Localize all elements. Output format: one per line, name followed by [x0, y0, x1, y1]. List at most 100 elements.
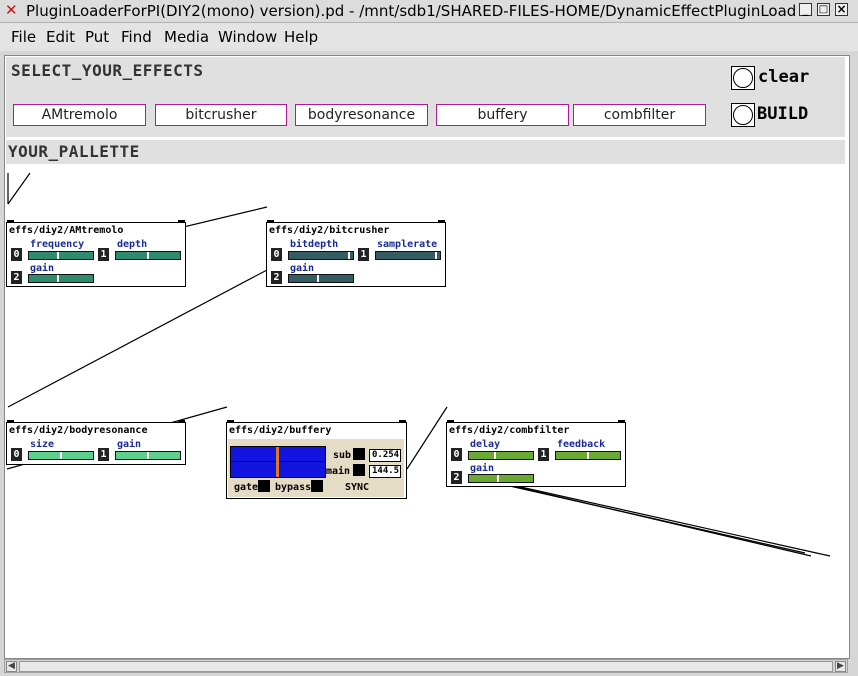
main-label: main: [326, 466, 351, 477]
minimize-button[interactable]: _: [799, 3, 812, 16]
param-index: 1: [98, 448, 109, 461]
param-label-frequency: frequency: [30, 239, 85, 250]
menu-window[interactable]: Window: [218, 28, 277, 46]
bypass-toggle[interactable]: [311, 480, 323, 492]
menu-media[interactable]: Media: [164, 28, 209, 46]
scroll-right-icon[interactable]: ▶: [835, 661, 846, 672]
window-title-bar[interactable]: ✕ PluginLoaderForPI(DIY2(mono) version).…: [0, 0, 858, 23]
slider-knob: [497, 475, 499, 482]
sub-toggle[interactable]: [353, 448, 365, 460]
delay-slider[interactable]: [468, 451, 534, 460]
build-bang-button[interactable]: [731, 103, 755, 127]
buffer-position-marker: [276, 447, 279, 477]
gain-slider[interactable]: [28, 274, 94, 283]
effect-button-bitcrusher[interactable]: bitcrusher: [155, 104, 287, 126]
gate-label: gate: [234, 482, 259, 493]
slider-knob: [435, 252, 437, 259]
plugin-title: effs/diy2/bodyresonance: [9, 425, 148, 436]
effect-button-combfilter[interactable]: combfilter: [573, 104, 706, 126]
slider-knob: [147, 452, 149, 459]
slider-knob: [317, 275, 319, 282]
menu-help[interactable]: Help: [284, 28, 318, 46]
menu-put[interactable]: Put: [85, 28, 109, 46]
sub-label: sub: [333, 450, 352, 461]
wire: [406, 406, 448, 470]
frequency-slider[interactable]: [28, 251, 94, 260]
buffer-display[interactable]: [230, 446, 326, 478]
select-effects-title: SELECT_YOUR_EFFECTS: [11, 61, 204, 80]
wire: [7, 172, 31, 205]
param-label-gain: gain: [117, 439, 142, 450]
menu-file[interactable]: File: [11, 28, 36, 46]
param-index: 2: [271, 271, 282, 284]
slider-knob: [57, 275, 59, 282]
plugin-amtremolo[interactable]: effs/diy2/AMtremolo frequency depth 0 1 …: [6, 220, 186, 287]
scrollbar-thumb[interactable]: [19, 661, 833, 672]
samplerate-slider[interactable]: [375, 251, 441, 260]
slider-knob: [494, 452, 496, 459]
param-label-size: size: [30, 439, 55, 450]
menu-find[interactable]: Find: [121, 28, 152, 46]
slider-knob: [348, 252, 350, 259]
param-index: 1: [538, 448, 549, 461]
slider-knob: [60, 452, 62, 459]
pd-logo-icon: ✕: [5, 1, 18, 19]
sub-number-box[interactable]: 0.254: [369, 449, 401, 462]
gate-toggle[interactable]: [258, 480, 270, 492]
plugin-buffery[interactable]: effs/diy2/buffery sub 0.254 main 144.5 g…: [226, 420, 407, 499]
param-label-gain: gain: [290, 263, 315, 274]
param-index: 2: [11, 271, 22, 284]
param-index: 0: [11, 248, 22, 261]
param-label-samplerate: samplerate: [377, 239, 438, 250]
patch-canvas[interactable]: SELECT_YOUR_EFFECTS AMtremolo bitcrusher…: [4, 55, 850, 659]
pallette-title: YOUR_PALLETTE: [8, 142, 140, 161]
param-label-feedback: feedback: [557, 439, 606, 450]
depth-slider[interactable]: [115, 251, 181, 260]
sync-label[interactable]: SYNC: [345, 482, 369, 493]
scroll-left-icon[interactable]: ◀: [6, 661, 17, 672]
plugin-title: effs/diy2/buffery: [229, 425, 332, 436]
close-button[interactable]: ×: [835, 3, 848, 16]
bitdepth-slider[interactable]: [288, 251, 354, 260]
effect-button-buffery[interactable]: buffery: [436, 104, 569, 126]
build-label: BUILD: [757, 104, 809, 124]
plugin-combfilter[interactable]: effs/diy2/combfilter delay feedback 0 1 …: [446, 420, 626, 487]
param-index: 2: [451, 471, 462, 484]
feedback-slider[interactable]: [555, 451, 621, 460]
param-index: 1: [358, 248, 369, 261]
plugin-title: effs/diy2/AMtremolo: [9, 225, 124, 236]
clear-label: clear: [758, 67, 810, 87]
bypass-label: bypass: [275, 482, 312, 493]
plugin-title: effs/diy2/combfilter: [449, 425, 570, 436]
param-index: 0: [11, 448, 22, 461]
slider-knob: [587, 452, 589, 459]
param-label-gain: gain: [470, 463, 495, 474]
slider-knob: [57, 252, 59, 259]
param-label-depth: depth: [117, 239, 148, 250]
menu-edit[interactable]: Edit: [46, 28, 75, 46]
param-index: 0: [451, 448, 462, 461]
menu-bar: File Edit Put Find Media Window Help: [0, 23, 858, 51]
param-index: 1: [98, 248, 109, 261]
param-label-bitdepth: bitdepth: [290, 239, 339, 250]
window-title: PluginLoaderForPI(DIY2(mono) version).pd…: [26, 3, 796, 19]
plugin-bodyresonance[interactable]: effs/diy2/bodyresonance size gain 0 1: [6, 420, 186, 465]
horizontal-scrollbar[interactable]: ◀ ▶: [4, 659, 848, 673]
gain-slider[interactable]: [115, 451, 181, 460]
main-number-box[interactable]: 144.5: [369, 465, 401, 478]
effect-button-amtremolo[interactable]: AMtremolo: [13, 104, 146, 126]
plugin-title: effs/diy2/bitcrusher: [269, 225, 390, 236]
size-slider[interactable]: [28, 451, 94, 460]
wire: [7, 269, 268, 408]
slider-knob: [147, 252, 149, 259]
clear-bang-button[interactable]: [731, 66, 755, 90]
param-label-gain: gain: [30, 263, 55, 274]
maximize-button[interactable]: □: [817, 3, 830, 16]
main-toggle[interactable]: [353, 464, 365, 476]
gain-slider[interactable]: [288, 274, 354, 283]
param-index: 0: [271, 248, 282, 261]
param-label-delay: delay: [470, 439, 501, 450]
gain-slider[interactable]: [468, 474, 534, 483]
effect-button-bodyresonance[interactable]: bodyresonance: [295, 104, 428, 126]
plugin-bitcrusher[interactable]: effs/diy2/bitcrusher bitdepth samplerate…: [266, 220, 446, 287]
